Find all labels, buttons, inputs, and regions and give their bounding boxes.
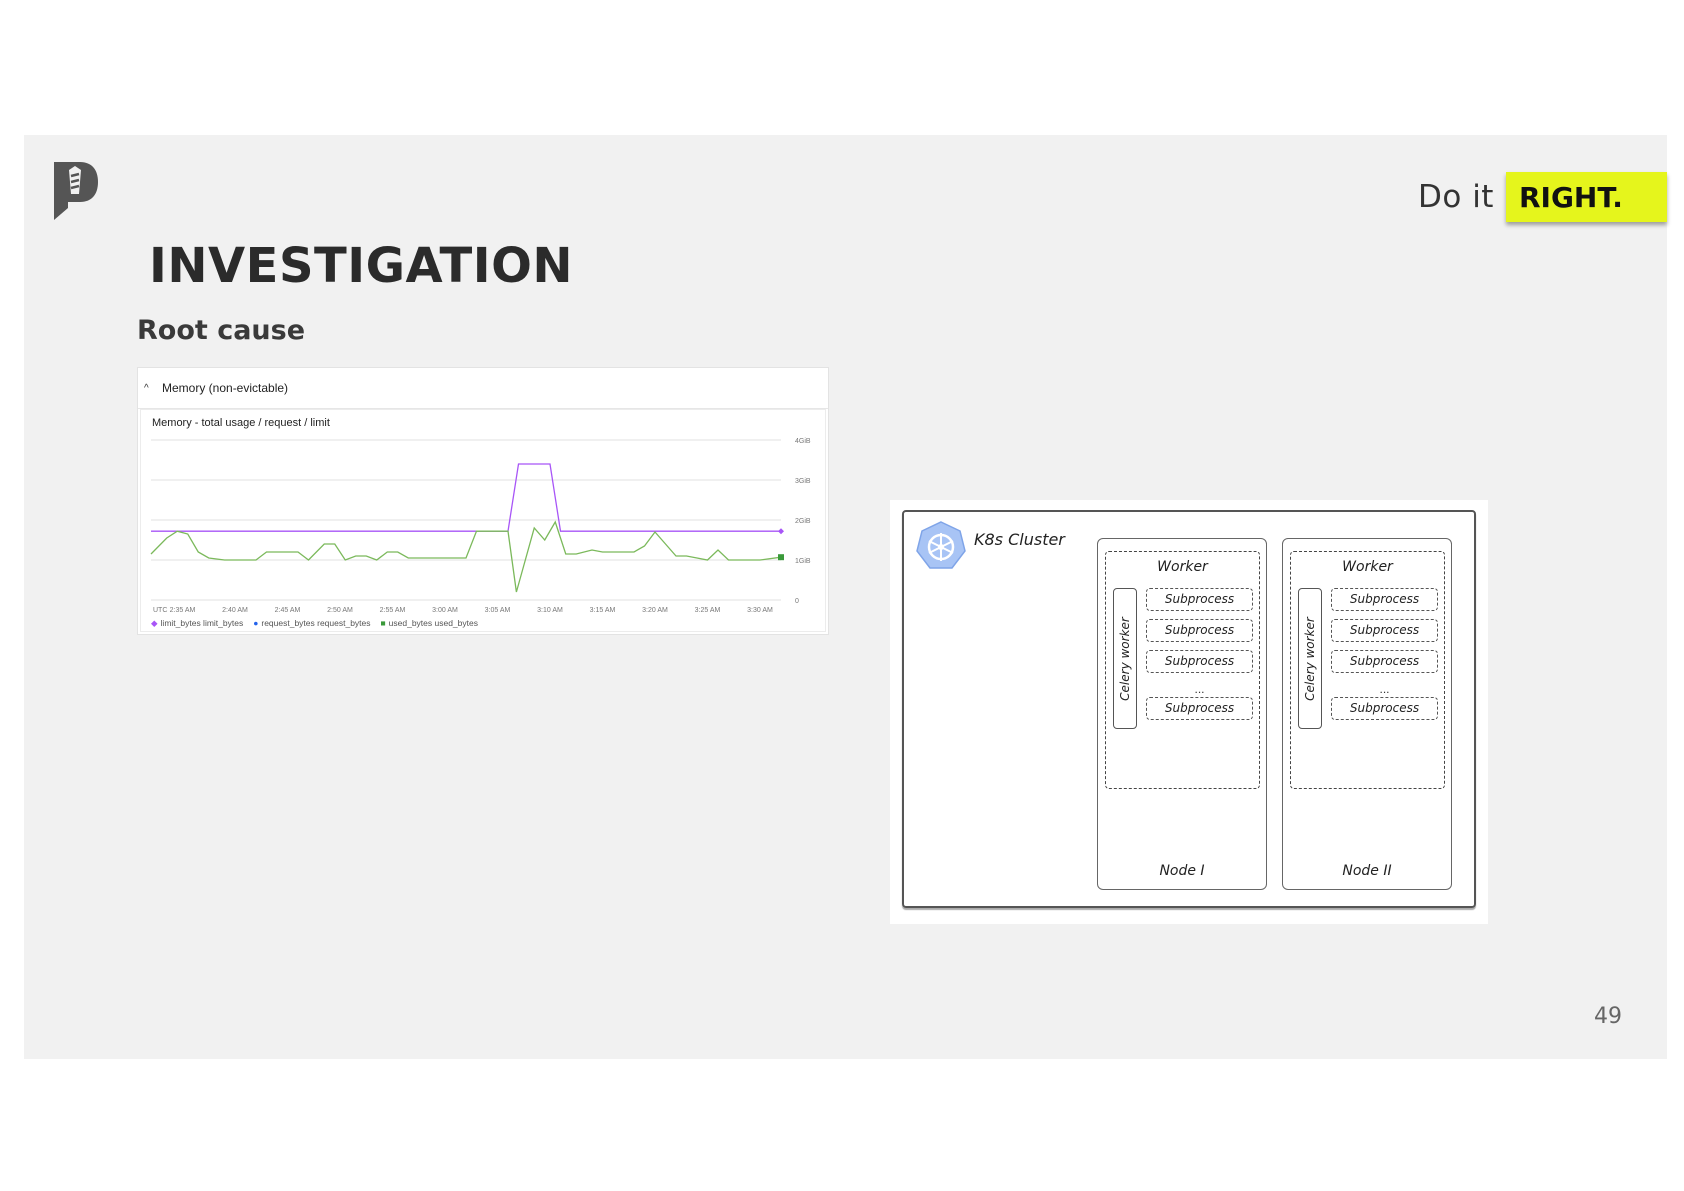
- x-tick-label: 3:00 AM: [432, 607, 458, 614]
- node-box: Worker Celery worker Subprocess Subproce…: [1097, 538, 1267, 890]
- series-end-marker: [778, 554, 784, 561]
- legend-label: request_bytes request_bytes: [261, 618, 371, 628]
- page-number: 49: [1594, 1004, 1622, 1029]
- chart-area: Memory - total usage / request / limit 4…: [140, 409, 826, 632]
- subprocess-box: Subprocess: [1331, 697, 1438, 720]
- tagline: Do it RIGHT.: [1418, 171, 1667, 223]
- x-tick-label: 3:05 AM: [485, 607, 511, 614]
- x-tick-label: 3:15 AM: [590, 607, 616, 614]
- x-tick-label: 2:35 AM: [170, 607, 196, 614]
- x-tick-label: 3:20 AM: [642, 607, 668, 614]
- subprocess-box: Subprocess: [1146, 619, 1253, 642]
- legend-item: ◆ limit_bytes limit_bytes: [151, 618, 243, 629]
- y-tick-label: 0: [795, 598, 799, 605]
- y-tick-label: 1GiB: [795, 558, 811, 565]
- k8s-diagram: K8s Cluster Worker Celery worker Subproc…: [890, 500, 1488, 924]
- section-subtitle: Root cause: [137, 315, 306, 346]
- chevron-up-icon[interactable]: ^: [144, 383, 156, 394]
- chart-panel-header-label: Memory (non-evictable): [162, 381, 289, 395]
- legend-marker-icon: ●: [253, 618, 259, 628]
- y-tick-label: 3GiB: [795, 478, 811, 485]
- brand-logo-icon: [54, 162, 98, 220]
- celery-worker-label: Celery worker: [1118, 616, 1132, 701]
- ellipsis: ...: [1194, 682, 1205, 696]
- series-line: [150, 520, 782, 593]
- legend-marker-icon: ■: [380, 618, 386, 628]
- memory-chart-panel: ^ Memory (non-evictable) Memory - total …: [137, 367, 829, 635]
- node-box: Worker Celery worker Subprocess Subproce…: [1282, 538, 1452, 890]
- node-label: Node II: [1342, 863, 1392, 879]
- legend-marker-icon: ◆: [151, 618, 158, 628]
- subprocess-box: Subprocess: [1146, 697, 1253, 720]
- x-tick-label: 2:50 AM: [327, 607, 353, 614]
- node-label: Node I: [1159, 863, 1205, 879]
- legend-item: ● request_bytes request_bytes: [253, 618, 370, 629]
- chart-panel-header[interactable]: ^ Memory (non-evictable): [138, 368, 828, 409]
- x-tick-label: 3:25 AM: [695, 607, 721, 614]
- legend-label: limit_bytes limit_bytes: [160, 618, 244, 628]
- page-title: INVESTIGATION: [149, 238, 574, 294]
- worker-box: Worker Celery worker Subprocess Subproce…: [1290, 551, 1445, 789]
- y-tick-label: 4GiB: [795, 438, 811, 445]
- x-tick-label: 3:30 AM: [747, 607, 773, 614]
- tagline-prefix: Do it: [1418, 179, 1494, 215]
- worker-label: Worker: [1342, 559, 1393, 575]
- x-tick-label: 2:55 AM: [380, 607, 406, 614]
- legend-label: used_bytes used_bytes: [388, 618, 478, 628]
- x-tick-label: 2:45 AM: [275, 607, 301, 614]
- chart-legend: ◆ limit_bytes limit_bytes ● request_bytes r…: [151, 618, 478, 629]
- subprocess-box: Subprocess: [1331, 588, 1438, 611]
- legend-item: ■ used_bytes used_bytes: [381, 618, 478, 629]
- ellipsis: ...: [1379, 682, 1390, 696]
- subprocess-box: Subprocess: [1146, 650, 1253, 673]
- x-tick-label: 2:40 AM: [222, 607, 248, 614]
- tagline-badge: RIGHT.: [1505, 172, 1667, 222]
- worker-label: Worker: [1157, 559, 1208, 575]
- memory-line-chart: 4GiB 3GiB 2GiB 1GiB 0 UTC 2:35 AM 2:40 AM 2:45 A…: [150, 438, 811, 614]
- y-tick-label: 2GiB: [795, 518, 811, 525]
- subprocess-box: Subprocess: [1331, 619, 1438, 642]
- subprocess-box: Subprocess: [1331, 650, 1438, 673]
- series-end-marker: [778, 528, 784, 535]
- x-tick-label: 3:10 AM: [537, 607, 563, 614]
- celery-worker-box: Celery worker: [1298, 588, 1322, 729]
- worker-box: Worker Celery worker Subprocess Subproce…: [1105, 551, 1260, 789]
- k8s-cluster-box: K8s Cluster Worker Celery worker Subproc…: [902, 510, 1476, 908]
- celery-worker-label: Celery worker: [1303, 616, 1317, 701]
- series-line: [151, 463, 781, 532]
- celery-worker-box: Celery worker: [1113, 588, 1137, 729]
- x-tick-label: UTC: [153, 607, 167, 614]
- cluster-label: K8s Cluster: [974, 530, 1065, 549]
- subprocess-box: Subprocess: [1146, 588, 1253, 611]
- kubernetes-icon: [916, 521, 966, 569]
